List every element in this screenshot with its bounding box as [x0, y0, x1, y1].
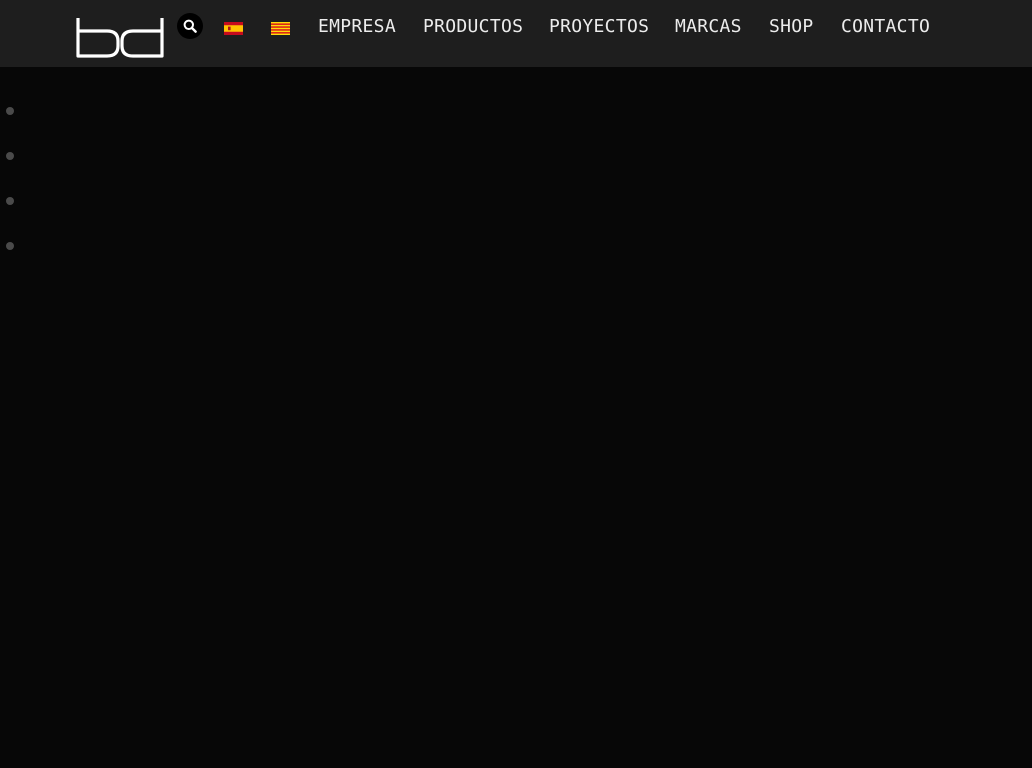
nav-marcas[interactable]: MARCAS — [675, 14, 742, 40]
flag-spain-icon — [224, 22, 243, 35]
nav-empresa[interactable]: EMPRESA — [318, 14, 396, 40]
nav-proyectos[interactable]: PROYECTOS — [549, 14, 649, 40]
nav-productos[interactable]: PRODUCTOS — [423, 14, 523, 40]
slider-dot-4[interactable] — [6, 242, 14, 250]
nav-contacto[interactable]: CONTACTO — [841, 14, 930, 40]
slider-dot-3[interactable] — [6, 197, 14, 205]
nav-shop[interactable]: SHOP — [769, 14, 814, 40]
language-ca-button[interactable] — [271, 20, 290, 35]
flag-catalonia-icon — [271, 22, 290, 35]
language-es-button[interactable] — [224, 20, 243, 35]
bd-logo-icon — [76, 18, 164, 58]
slider-dot-2[interactable] — [6, 152, 14, 160]
site-header: EMPRESA PRODUCTOS PROYECTOS MARCAS SHOP … — [0, 0, 1032, 67]
hero-slider — [0, 67, 1032, 768]
slider-dot-1[interactable] — [6, 107, 14, 115]
search-icon — [183, 19, 197, 33]
bd-logo[interactable] — [75, 17, 165, 58]
search-button[interactable] — [177, 13, 203, 39]
